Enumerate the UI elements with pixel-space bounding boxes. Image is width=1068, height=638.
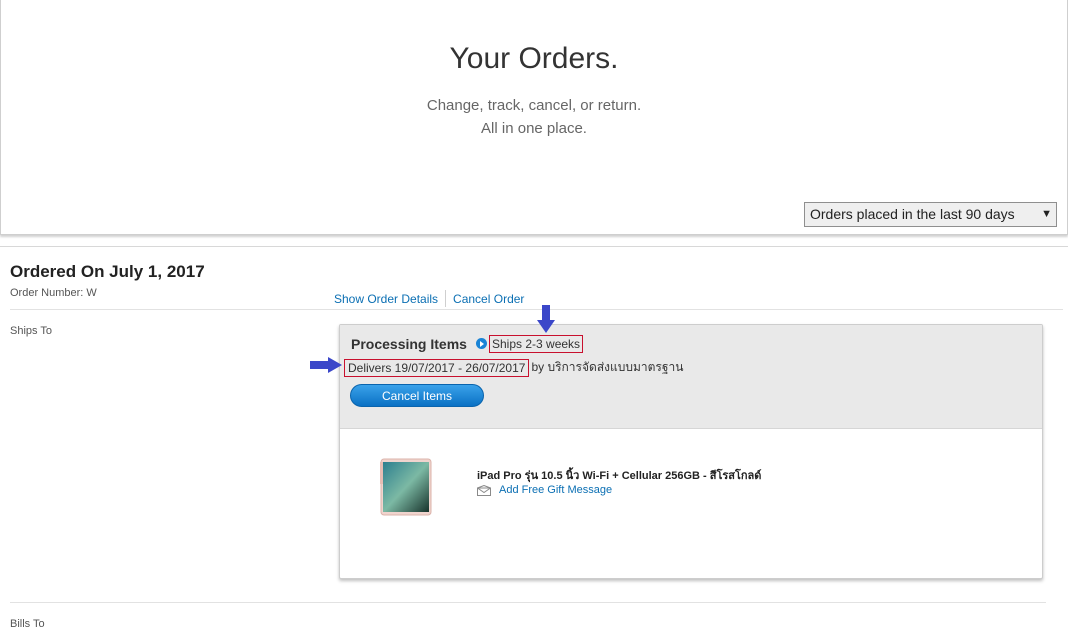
order-actions: Show Order Details Cancel Order <box>334 290 524 307</box>
bills-to-label: Bills To <box>10 618 45 630</box>
shipment-status: Processing Items <box>351 336 467 352</box>
envelope-icon <box>477 484 491 496</box>
ships-to-label: Ships To <box>10 325 52 337</box>
order-number: Order Number: W <box>10 287 97 299</box>
annotation-arrow-down-icon <box>537 305 555 333</box>
delivery-estimate: Delivers 19/07/2017 - 26/07/2017 by บริก… <box>344 358 683 377</box>
order-date-heading: Ordered On July 1, 2017 <box>10 262 205 281</box>
page-subtitle-line2: All in one place. <box>481 120 587 137</box>
cancel-order-link[interactable]: Cancel Order <box>453 292 524 306</box>
shipment-status-area: Processing Items Ships 2-3 weeks Deliver… <box>340 325 1042 429</box>
order-period-selected: Orders placed in the last 90 days <box>810 206 1015 222</box>
order-card: Ordered On July 1, 2017 Order Number: W … <box>0 246 1068 638</box>
show-order-details-link[interactable]: Show Order Details <box>334 292 438 306</box>
order-period-select[interactable]: Orders placed in the last 90 days ▼ <box>804 202 1057 227</box>
divider <box>10 602 1046 603</box>
delivery-carrier: by บริการจัดส่งแบบมาตรฐาน <box>531 360 684 374</box>
delivery-date-range: Delivers 19/07/2017 - 26/07/2017 <box>344 358 530 377</box>
page-title: Your Orders. <box>449 42 619 75</box>
cancel-items-button[interactable]: Cancel Items <box>350 384 484 407</box>
chevron-down-icon: ▼ <box>1041 208 1052 220</box>
shipment-panel: Processing Items Ships 2-3 weeks Deliver… <box>339 324 1043 579</box>
ipad-product-image[interactable] <box>380 458 432 516</box>
page-subtitle-line1: Change, track, cancel, or return. <box>426 97 642 114</box>
orders-header: Your Orders. Change, track, cancel, or r… <box>0 0 1068 235</box>
info-arrow-icon[interactable] <box>476 338 487 349</box>
ships-eta: Ships 2-3 weeks <box>489 335 584 353</box>
actions-divider <box>445 290 447 307</box>
product-name: iPad Pro รุ่น 10.5 นิ้ว Wi-Fi + Cellular… <box>477 470 762 482</box>
add-gift-message-link[interactable]: Add Free Gift Message <box>499 484 612 496</box>
orders-page: Your Orders. Change, track, cancel, or r… <box>0 0 1068 638</box>
annotation-arrow-right-icon <box>310 357 342 373</box>
gift-message-row[interactable]: Add Free Gift Message <box>477 484 612 496</box>
